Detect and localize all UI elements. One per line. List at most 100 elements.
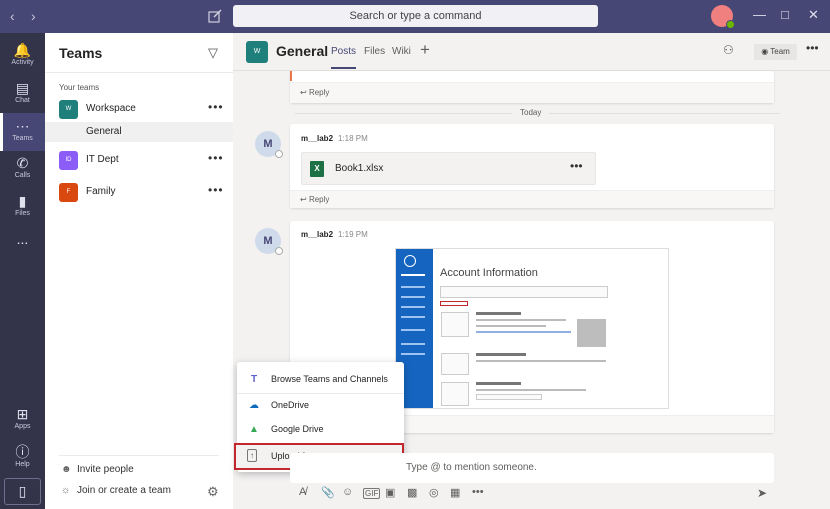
teams-panel: Teams ▽ Your teams W Workspace ••• Gener… — [45, 33, 233, 509]
message-author: m__lab2 — [301, 230, 334, 239]
tab-posts[interactable]: Posts — [331, 46, 357, 69]
excel-file-icon: X — [310, 161, 324, 177]
status-available-icon — [726, 20, 735, 29]
team-button[interactable]: ◉ Team — [754, 44, 797, 60]
upload-icon: ↑ — [247, 449, 257, 462]
more-options-icon[interactable]: ••• — [806, 41, 819, 55]
rail-files[interactable]: ▮ Files — [0, 188, 45, 226]
reply-button[interactable]: ↩ Reply — [300, 88, 329, 97]
channel-name: General — [86, 126, 122, 137]
forward-arrow-icon[interactable]: › — [31, 8, 36, 24]
invite-people-icon: ☻ — [61, 464, 72, 475]
search-input[interactable]: Search or type a command — [233, 5, 598, 27]
emoji-icon[interactable]: ☺ — [342, 486, 353, 498]
gif-icon[interactable]: GIF — [363, 488, 381, 499]
channel-item-general[interactable]: General — [45, 122, 233, 142]
phone-device-icon: ▯ — [18, 483, 27, 499]
more-options-icon[interactable]: ••• — [208, 183, 224, 197]
team-item-family[interactable]: F Family ••• — [45, 182, 233, 204]
accent-bar — [290, 71, 292, 81]
teams-icon: T — [250, 374, 258, 385]
maximize-icon[interactable]: □ — [781, 7, 789, 22]
onedrive-icon: ☁ — [249, 400, 259, 411]
avatar[interactable]: M — [255, 228, 283, 255]
image-profile-photo — [577, 319, 606, 347]
date-divider: Today — [512, 108, 550, 117]
meet-now-icon[interactable]: ▩ — [407, 486, 417, 499]
file-icon: ▮ — [18, 193, 27, 209]
reply-icon: ↩ — [300, 195, 309, 204]
back-arrow-icon[interactable]: ‹ — [10, 8, 15, 24]
more-options-icon[interactable]: ••• — [208, 100, 224, 114]
chat-icon: ▤ — [15, 80, 30, 96]
divider — [59, 455, 219, 456]
message-time: 1:19 PM — [338, 230, 368, 239]
status-icon — [275, 247, 283, 255]
phone-icon: ✆ — [16, 155, 29, 171]
more-options-icon[interactable]: ••• — [570, 159, 583, 173]
join-create-team-link[interactable]: ☼ Join or create a team — [61, 485, 171, 496]
add-tab-icon[interactable]: + — [420, 40, 430, 60]
apps-icon: ⊞ — [16, 406, 29, 422]
help-icon: ⓘ — [15, 444, 30, 460]
team-avatar: ID — [59, 151, 78, 170]
send-icon[interactable]: ➤ — [757, 486, 767, 500]
team-avatar: F — [59, 183, 78, 202]
team-name: Family — [86, 186, 116, 197]
rail-teams[interactable]: ⋯ Teams — [0, 113, 45, 151]
screenshot-image[interactable]: Account Information — [395, 248, 669, 409]
settings-gear-icon[interactable]: ⚙ — [207, 484, 219, 500]
reply-button[interactable]: ↩ Reply — [300, 195, 329, 204]
new-chat-icon[interactable] — [207, 8, 223, 24]
people-icon[interactable]: ⚇ — [723, 43, 734, 57]
image-back-icon — [404, 255, 416, 267]
minimize-icon[interactable]: — — [753, 7, 766, 22]
status-icon — [275, 150, 283, 158]
schedule-icon[interactable]: ▦ — [450, 486, 460, 499]
eye-icon: ◉ — [761, 47, 771, 56]
app-rail: 🔔 Activity ▤ Chat ⋯ Teams ✆ Calls ▮ Files ...… — [0, 33, 45, 509]
file-name: Book1.xlsx — [335, 163, 384, 174]
reply-bar[interactable] — [290, 190, 774, 208]
rail-activity[interactable]: 🔔 Activity — [0, 37, 45, 75]
file-attachment[interactable]: X Book1.xlsx ••• — [301, 152, 596, 185]
close-icon[interactable]: ✕ — [808, 7, 819, 23]
divider — [45, 72, 233, 73]
more-options-icon[interactable]: ••• — [472, 486, 484, 498]
team-item-workspace[interactable]: W Workspace ••• — [45, 99, 233, 121]
rail-help[interactable]: ⓘ Help — [0, 439, 45, 477]
rail-calls[interactable]: ✆ Calls — [0, 150, 45, 188]
filter-icon[interactable]: ▽ — [208, 45, 218, 61]
tab-wiki[interactable]: Wiki — [392, 46, 411, 57]
sticker-icon[interactable]: ▣ — [385, 486, 395, 499]
invite-people-link[interactable]: ☻ Invite people — [61, 464, 134, 475]
message-card — [290, 71, 774, 103]
team-avatar: W — [246, 41, 268, 63]
reply-bar[interactable] — [290, 82, 774, 103]
menu-item-google-drive[interactable]: ▲ Google Drive — [237, 418, 404, 442]
message-time: 1:18 PM — [338, 134, 368, 143]
bell-icon: 🔔 — [13, 42, 32, 58]
message-author: m__lab2 — [301, 134, 334, 143]
user-avatar[interactable] — [711, 5, 735, 29]
praise-icon[interactable]: ◎ — [429, 486, 439, 499]
menu-item-browse-teams[interactable]: T Browse Teams and Channels — [237, 368, 404, 392]
more-options-icon[interactable]: ••• — [208, 151, 224, 165]
teams-icon: ⋯ — [15, 118, 30, 134]
rail-chat[interactable]: ▤ Chat — [0, 75, 45, 113]
tab-files[interactable]: Files — [364, 46, 385, 57]
rail-apps[interactable]: ⊞ Apps — [0, 401, 45, 439]
rail-more[interactable]: ... — [0, 226, 45, 264]
mobile-device-button[interactable]: ▯ — [4, 478, 41, 505]
team-name: IT Dept — [86, 154, 119, 165]
attach-icon[interactable]: 📎 — [321, 486, 335, 499]
more-icon: ... — [16, 231, 29, 247]
reply-icon: ↩ — [300, 88, 309, 97]
avatar[interactable]: M — [255, 131, 283, 158]
google-drive-icon: ▲ — [249, 424, 259, 435]
team-avatar: W — [59, 100, 78, 119]
format-icon[interactable]: A̸ — [299, 486, 306, 498]
team-item-it-dept[interactable]: ID IT Dept ••• — [45, 150, 233, 172]
join-team-icon: ☼ — [61, 485, 71, 496]
menu-item-onedrive[interactable]: ☁ OneDrive — [237, 394, 404, 418]
